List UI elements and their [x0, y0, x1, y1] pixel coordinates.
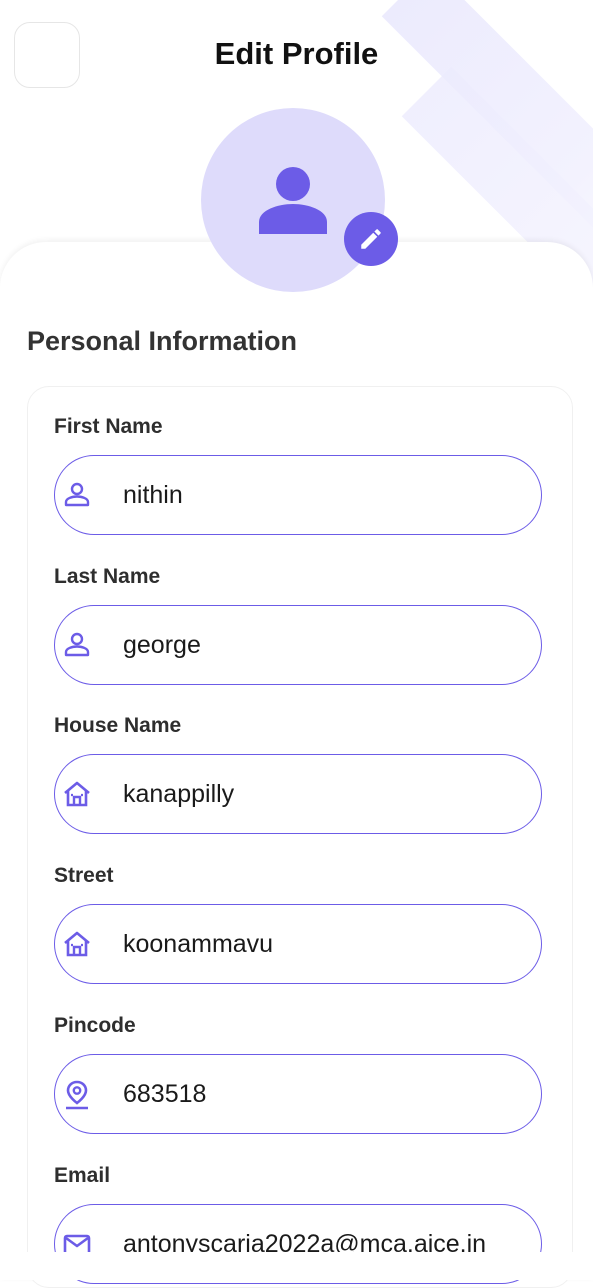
house-name-label: House Name: [54, 714, 182, 737]
person-icon: [259, 167, 327, 234]
house-icon: [64, 781, 90, 807]
house-name-input[interactable]: [123, 755, 523, 833]
pincode-label: Pincode: [54, 1014, 136, 1037]
house-icon: [64, 931, 90, 957]
edit-avatar-button[interactable]: [344, 212, 398, 266]
street-label: Street: [54, 864, 114, 887]
last-name-input[interactable]: [123, 606, 523, 684]
page-title: Edit Profile: [214, 36, 379, 71]
last-name-label: Last Name: [54, 565, 161, 588]
pincode-input[interactable]: [123, 1055, 523, 1133]
first-name-field[interactable]: [54, 455, 542, 535]
street-field[interactable]: [54, 904, 542, 984]
pencil-icon: [361, 229, 381, 249]
last-name-field[interactable]: [54, 605, 542, 685]
email-label: Email: [54, 1164, 111, 1187]
person-icon: [64, 632, 90, 657]
first-name-label: First Name: [54, 415, 163, 438]
pincode-field[interactable]: [54, 1054, 542, 1134]
first-name-input[interactable]: [123, 456, 523, 534]
location-pin-icon: [66, 1080, 88, 1110]
house-name-field[interactable]: [54, 754, 542, 834]
scroll-clip: [0, 1252, 593, 1280]
person-icon: [64, 482, 90, 507]
avatar[interactable]: [201, 108, 385, 292]
street-input[interactable]: [123, 905, 523, 983]
section-title: Personal Information: [27, 326, 298, 356]
